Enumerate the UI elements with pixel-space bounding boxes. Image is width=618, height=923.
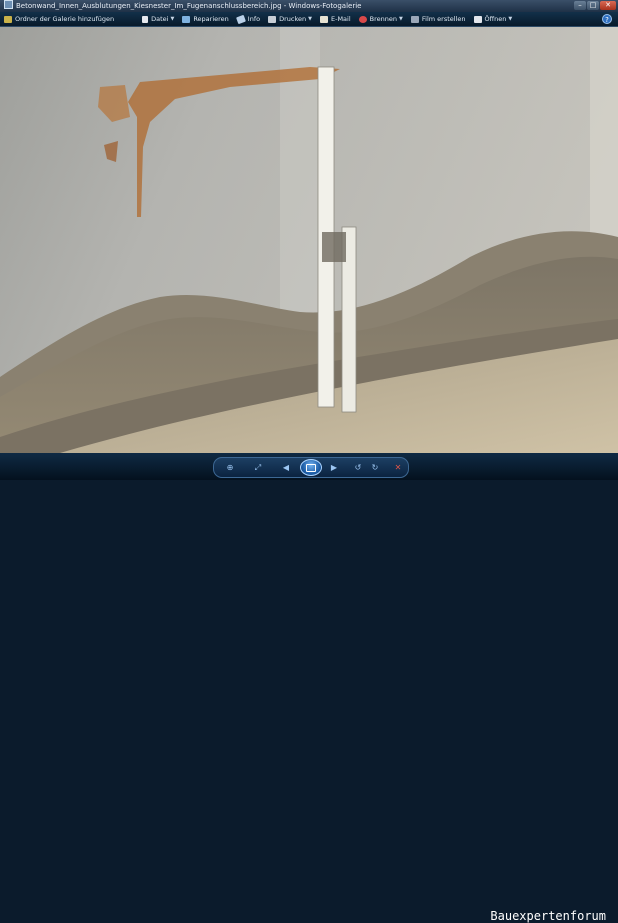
slideshow-icon <box>306 464 316 472</box>
make-movie-button[interactable]: Film erstellen <box>407 12 470 26</box>
open-label: Öffnen <box>484 15 507 23</box>
burn-menu[interactable]: Brennen ▼ <box>355 12 407 26</box>
fix-icon <box>182 15 191 23</box>
chevron-down-icon: ▼ <box>170 16 175 22</box>
fit-window-icon[interactable]: ⤢ <box>252 462 264 473</box>
viewer-control-bar: ⊕ ⤢ ◀ ▶ ↺ ↻ ✕ Bauexpertenforum <box>0 453 618 923</box>
film-icon <box>410 15 419 23</box>
concrete-wall-photo <box>0 27 618 453</box>
add-folder-label: Ordner der Galerie hinzufügen <box>15 15 115 23</box>
help-button[interactable]: ? <box>602 14 612 24</box>
file-icon <box>142 15 149 23</box>
title-bar: Betonwand_Innen_Ausblutungen_Kiesnester_… <box>0 0 618 12</box>
delete-icon[interactable]: ✕ <box>392 462 404 473</box>
window-title: Betonwand_Innen_Ausblutungen_Kiesnester_… <box>16 2 362 10</box>
slideshow-button[interactable] <box>300 459 322 476</box>
print-menu[interactable]: Drucken ▼ <box>264 12 316 26</box>
print-label: Drucken <box>279 15 307 23</box>
add-folder-button[interactable]: Ordner der Galerie hinzufügen <box>0 12 118 26</box>
window-controls: – □ ✕ <box>574 1 616 10</box>
fix-button[interactable]: Reparieren <box>178 12 232 26</box>
photo-view[interactable] <box>0 27 618 453</box>
navigation-controls: ⊕ ⤢ ◀ ▶ ↺ ↻ ✕ <box>213 457 409 478</box>
email-button[interactable]: E-Mail <box>316 12 355 26</box>
file-menu[interactable]: Datei ▼ <box>138 12 178 26</box>
chevron-down-icon: ▼ <box>399 16 403 22</box>
chevron-down-icon: ▼ <box>308 16 312 22</box>
rotate-right-icon[interactable]: ↻ <box>369 462 381 473</box>
burn-disc-icon <box>358 15 367 23</box>
burn-label: Brennen <box>369 15 398 23</box>
email-icon <box>320 15 328 23</box>
fix-label: Reparieren <box>193 15 229 23</box>
close-button[interactable]: ✕ <box>600 1 616 10</box>
rotate-left-icon[interactable]: ↺ <box>352 462 364 473</box>
command-toolbar: Ordner der Galerie hinzufügen Datei ▼ Re… <box>0 12 618 27</box>
watermark: Bauexpertenforum <box>490 909 606 923</box>
open-menu[interactable]: Öffnen ▼ <box>470 12 517 26</box>
chevron-down-icon: ▼ <box>508 16 513 22</box>
info-icon <box>235 14 246 24</box>
info-label: Info <box>247 15 261 23</box>
previous-icon[interactable]: ◀ <box>280 462 292 473</box>
zoom-icon[interactable]: ⊕ <box>224 462 236 473</box>
maximize-button[interactable]: □ <box>587 1 599 10</box>
folder-add-icon <box>4 15 12 23</box>
printer-icon <box>268 15 277 23</box>
open-icon <box>473 15 482 23</box>
next-icon[interactable]: ▶ <box>328 462 340 473</box>
file-menu-label: Datei <box>151 15 169 23</box>
info-button[interactable]: Info <box>233 12 264 26</box>
app-icon <box>4 0 13 9</box>
minimize-button[interactable]: – <box>574 1 586 10</box>
make-movie-label: Film erstellen <box>421 15 466 23</box>
email-label: E-Mail <box>331 15 351 23</box>
